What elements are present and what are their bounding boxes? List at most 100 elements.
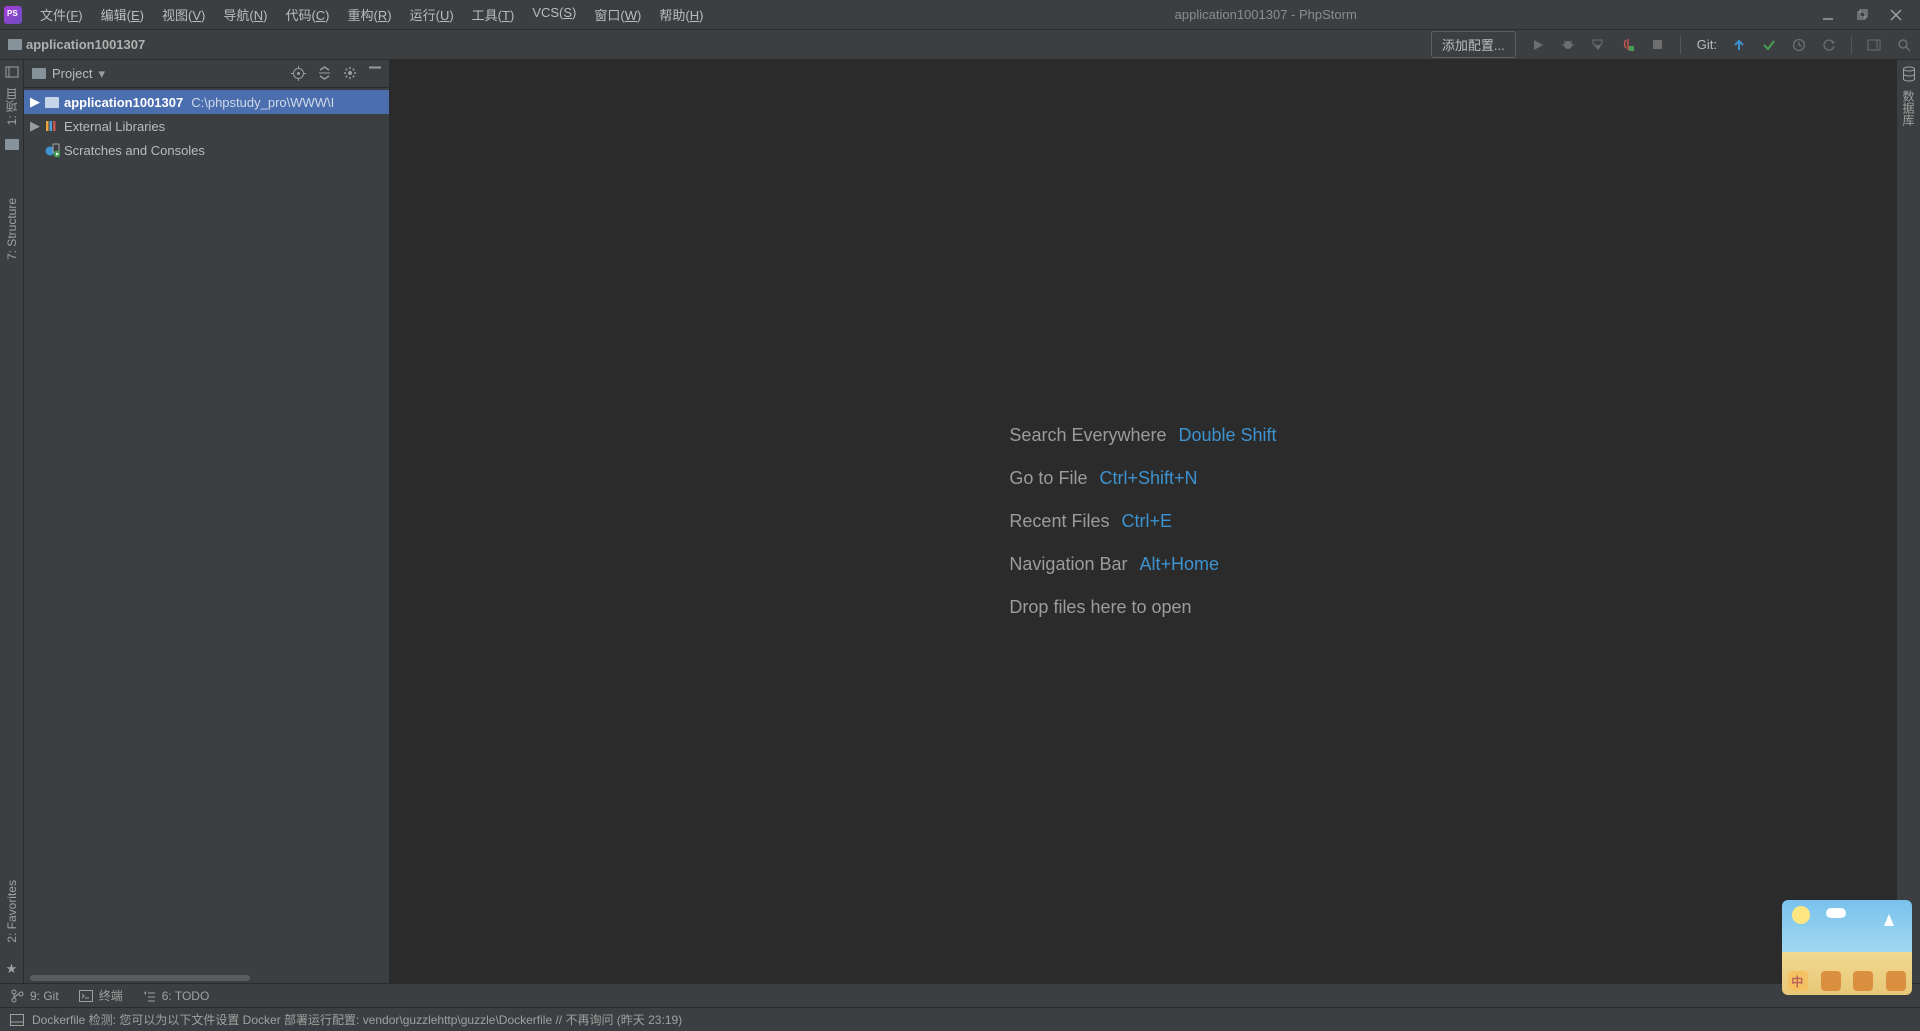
left-tab-favorites[interactable]: 2: Favorites	[3, 872, 21, 951]
menu-文件[interactable]: 文件(F)	[32, 1, 91, 28]
git-revert-icon[interactable]	[1821, 37, 1837, 53]
tool-window-toggle-icon[interactable]	[10, 1014, 24, 1026]
ime-btn-icon[interactable]	[1853, 971, 1873, 991]
git-commit-icon[interactable]	[1761, 37, 1777, 53]
locate-icon[interactable]	[291, 66, 306, 81]
right-tab-database[interactable]: 数据库	[1898, 82, 1919, 134]
coverage-icon[interactable]	[1590, 37, 1606, 53]
git-update-icon[interactable]	[1731, 37, 1747, 53]
menu-视图[interactable]: 视图(V)	[154, 1, 213, 28]
hint-label: Recent Files	[1009, 511, 1109, 532]
expand-arrow-icon[interactable]: ▶	[30, 118, 40, 134]
maximize-button[interactable]	[1854, 7, 1870, 23]
status-message[interactable]: Dockerfile 检测: 您可以为以下文件设置 Docker 部署运行配置:…	[32, 1011, 682, 1028]
cloud-icon	[1826, 908, 1846, 918]
chevron-down-icon[interactable]: ▾	[98, 66, 105, 82]
editor-hint: Recent Files Ctrl+E	[1009, 511, 1276, 532]
menu-编辑[interactable]: 编辑(E)	[93, 1, 152, 28]
app-icon	[4, 6, 22, 24]
status-bar: Dockerfile 检测: 您可以为以下文件设置 Docker 部署运行配置:…	[0, 1007, 1920, 1031]
branch-icon	[10, 989, 24, 1003]
editor-hint: Search EverywhereDouble Shift	[1009, 425, 1276, 446]
project-panel-title[interactable]: Project	[52, 66, 92, 81]
layout-collapse-icon[interactable]	[5, 66, 19, 78]
listen-debug-icon[interactable]	[1620, 37, 1636, 53]
editor-hint: Navigation Bar Alt+Home	[1009, 554, 1276, 575]
expand-all-icon[interactable]	[318, 66, 331, 81]
tree-node-path: C:\phpstudy_pro\WWW\I	[191, 95, 334, 110]
bottom-tab-terminal[interactable]: 终端	[79, 987, 123, 1004]
run-configuration-selector[interactable]: 添加配置...	[1431, 31, 1516, 58]
menu-导航[interactable]: 导航(N)	[215, 1, 275, 28]
right-tool-gutter: 数据库	[1896, 60, 1920, 983]
menu-代码[interactable]: 代码(C)	[277, 1, 337, 28]
search-everywhere-icon[interactable]	[1896, 37, 1912, 53]
tree-node-label: Scratches and Consoles	[64, 143, 205, 158]
hint-label: Drop files here to open	[1009, 597, 1191, 618]
expand-arrow-icon[interactable]: ▶	[30, 94, 40, 110]
folder-icon	[8, 39, 22, 50]
main-area: 1: 项目 7: Structure 2: Favorites ★ Projec…	[0, 60, 1920, 983]
menu-帮助[interactable]: 帮助(H)	[651, 1, 711, 28]
run-icon[interactable]	[1530, 37, 1546, 53]
external-libraries-node[interactable]: ▶ External Libraries	[24, 114, 389, 138]
bottom-tab-git[interactable]: 9: Git	[10, 989, 59, 1003]
editor-hint: Go to FileCtrl+Shift+N	[1009, 468, 1276, 489]
editor-empty-state[interactable]: Search EverywhereDouble ShiftGo to FileC…	[390, 60, 1896, 983]
gear-icon[interactable]	[343, 66, 357, 81]
debug-icon[interactable]	[1560, 37, 1576, 53]
bottom-tab-todo[interactable]: 6: TODO	[143, 989, 210, 1003]
star-icon: ★	[6, 961, 18, 977]
close-button[interactable]	[1888, 7, 1904, 23]
left-tab-structure[interactable]: 7: Structure	[3, 190, 21, 268]
scratches-icon	[44, 143, 60, 157]
todo-icon	[143, 990, 156, 1002]
hint-shortcut: Alt+Home	[1140, 554, 1220, 575]
git-history-icon[interactable]	[1791, 37, 1807, 53]
breadcrumb-project: application1001307	[26, 37, 145, 52]
menubar: 文件(F)编辑(E)视图(V)导航(N)代码(C)重构(R)运行(U)工具(T)…	[32, 1, 711, 28]
folder-icon	[44, 95, 60, 109]
minimize-button[interactable]	[1820, 7, 1836, 23]
menu-VCS[interactable]: VCS(S)	[524, 1, 584, 28]
project-root-node[interactable]: ▶ application1001307 C:\phpstudy_pro\WWW…	[24, 90, 389, 114]
terminal-icon	[79, 990, 93, 1002]
boat-icon	[1884, 914, 1894, 926]
ime-overlay-widget[interactable]	[1782, 900, 1912, 995]
menu-窗口[interactable]: 窗口(W)	[586, 1, 649, 28]
window-controls	[1820, 7, 1904, 23]
horizontal-scrollbar[interactable]	[24, 973, 389, 983]
project-tool-window: Project ▾ ▶ application1001307 C:\phpstu…	[24, 60, 390, 983]
editor-hints: Search EverywhereDouble ShiftGo to FileC…	[1009, 425, 1276, 618]
project-panel-header: Project ▾	[24, 60, 389, 88]
hint-label: Navigation Bar	[1009, 554, 1127, 575]
navigation-toolbar: application1001307 添加配置... Git:	[0, 30, 1920, 60]
menu-运行[interactable]: 运行(U)	[402, 1, 462, 28]
project-tree[interactable]: ▶ application1001307 C:\phpstudy_pro\WWW…	[24, 88, 389, 973]
database-icon[interactable]	[1902, 66, 1916, 82]
stop-icon[interactable]	[1650, 37, 1666, 53]
toolbar-run-icons: Git:	[1530, 36, 1912, 54]
ime-btn-icon[interactable]	[1886, 971, 1906, 991]
ime-lang-icon[interactable]	[1788, 971, 1808, 991]
scratches-node[interactable]: ▶ Scratches and Consoles	[24, 138, 389, 162]
bottom-tool-tabs: 9: Git 终端 6: TODO	[0, 983, 1920, 1007]
menu-重构[interactable]: 重构(R)	[340, 1, 400, 28]
ime-btn-icon[interactable]	[1821, 971, 1841, 991]
editor-hint: Drop files here to open	[1009, 597, 1276, 618]
library-icon	[44, 119, 60, 133]
ide-window: 文件(F)编辑(E)视图(V)导航(N)代码(C)重构(R)运行(U)工具(T)…	[0, 0, 1920, 1031]
hint-label: Go to File	[1009, 468, 1087, 489]
left-tab-project[interactable]: 1: 项目	[1, 80, 22, 133]
folder-icon	[32, 68, 46, 79]
hint-shortcut: Ctrl+E	[1121, 511, 1172, 532]
tree-node-label: application1001307	[64, 95, 183, 110]
layout-icon[interactable]	[1866, 37, 1882, 53]
hide-panel-icon[interactable]	[369, 66, 381, 81]
breadcrumb[interactable]: application1001307	[8, 37, 145, 52]
titlebar: 文件(F)编辑(E)视图(V)导航(N)代码(C)重构(R)运行(U)工具(T)…	[0, 0, 1920, 30]
tree-node-label: External Libraries	[64, 119, 165, 134]
window-title: application1001307 - PhpStorm	[711, 7, 1820, 22]
menu-工具[interactable]: 工具(T)	[464, 1, 523, 28]
folder-icon	[5, 139, 19, 150]
